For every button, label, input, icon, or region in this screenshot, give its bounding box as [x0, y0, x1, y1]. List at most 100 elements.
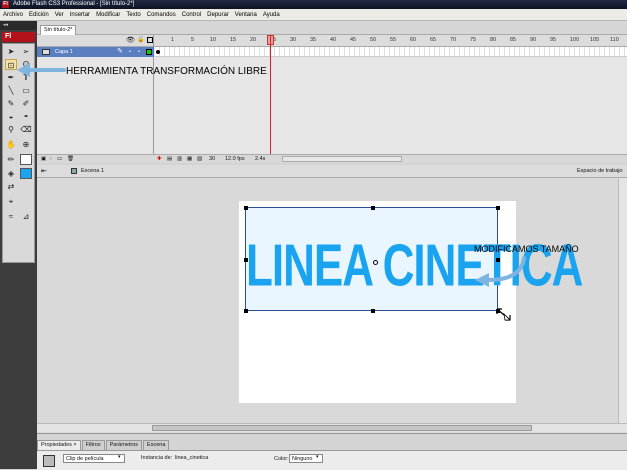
timeline-footer: ▣ ◌ ▭ 🗑 ✚ ▤ ▥ ▦ ▧ 30 12.0 fps 2.4s: [37, 154, 627, 163]
symbol-type-select[interactable]: Clip de película: [63, 454, 125, 463]
transform-handle-bl[interactable]: [244, 309, 248, 313]
brush-tool-icon[interactable]: ✐: [20, 98, 32, 109]
menu-modificar[interactable]: Modificar: [96, 12, 120, 18]
tab-propiedades[interactable]: Propiedades ×: [37, 440, 81, 450]
swap-colors-icon[interactable]: ⇄: [5, 181, 17, 192]
center-frame-icon[interactable]: ✚: [157, 155, 162, 164]
tab-escena[interactable]: Escena: [143, 440, 170, 450]
eraser-tool-icon[interactable]: ⌫: [20, 124, 32, 135]
layer-icon: [42, 49, 50, 55]
ruler-label: 10: [210, 37, 217, 43]
menu-texto[interactable]: Texto: [126, 12, 140, 18]
ruler-label: 55: [390, 37, 397, 43]
ruler-label: 105: [590, 37, 600, 43]
line-tool-icon[interactable]: ╲: [5, 85, 17, 96]
menu-comandos[interactable]: Comandos: [147, 12, 176, 18]
ruler-label: 5: [191, 37, 195, 43]
menu-ventana[interactable]: Ventana: [235, 12, 257, 18]
window-titlebar: Fl Adobe Flash CS3 Professional - [Sin t…: [0, 0, 627, 9]
menu-depurar[interactable]: Depurar: [207, 12, 229, 18]
instance-label: Instancia de:: [141, 455, 173, 461]
layer-row[interactable]: Capa 1 ✎ • •: [37, 47, 154, 57]
ruler-label: 65: [430, 37, 437, 43]
properties-tabs: Propiedades × Filtros Parámetros Escena: [37, 440, 170, 450]
hscroll-thumb[interactable]: [152, 425, 532, 431]
transform-handle-tl[interactable]: [244, 206, 248, 210]
ruler-label: 85: [510, 37, 517, 43]
timeline-hscroll[interactable]: [282, 156, 402, 162]
menu-insertar[interactable]: Insertar: [70, 12, 90, 18]
stage-canvas[interactable]: LINEA CINETICA: [239, 201, 583, 403]
menu-control[interactable]: Control: [182, 12, 201, 18]
stage-text: LINEA CINETICA: [246, 232, 583, 299]
stroke-color-icon[interactable]: ✏: [5, 154, 17, 165]
paint-bucket-tool-icon[interactable]: ◓: [20, 111, 32, 122]
scene-bar: ⇤ Escena 1 Espacio de trabajo: [37, 165, 627, 178]
subselection-tool-icon[interactable]: ➢: [20, 46, 32, 57]
layer-dot-icon[interactable]: •: [129, 47, 131, 57]
frame-rate[interactable]: 12.0 fps: [225, 155, 245, 164]
menu-archivo[interactable]: Archivo: [3, 12, 23, 18]
ruler-label: 30: [290, 37, 297, 43]
transform-handle-left[interactable]: [244, 258, 248, 262]
insert-layer-icon[interactable]: ▣: [41, 155, 46, 164]
fill-color-icon[interactable]: ◈: [5, 168, 17, 179]
chevron-down-icon: ▾: [316, 454, 319, 460]
onion-skin-icon[interactable]: ▤: [167, 155, 172, 164]
fill-color-swatch[interactable]: [20, 168, 32, 179]
ink-bottle-tool-icon[interactable]: ◒: [5, 111, 17, 122]
current-frame: 30: [209, 156, 216, 162]
elapsed-time: 2.4s: [255, 156, 266, 162]
ruler-label: 70: [450, 37, 457, 43]
eyedropper-tool-icon[interactable]: ⚲: [5, 124, 17, 135]
snap-to-objects-icon[interactable]: ⌖: [5, 196, 17, 207]
workspace-label[interactable]: Espacio de trabajo: [577, 165, 623, 178]
selection-tool-icon[interactable]: ➤: [5, 46, 17, 57]
stage-hscroll[interactable]: [37, 423, 627, 432]
menu-edicion[interactable]: Edición: [29, 12, 49, 18]
annotation-resize: MODIFICAMOS TAMAÑO: [474, 244, 579, 254]
ruler-label: 110: [610, 37, 619, 43]
layer-dot-icon[interactable]: •: [138, 47, 140, 57]
smooth-option-icon[interactable]: ≈: [5, 211, 17, 222]
ruler-label: 45: [350, 37, 357, 43]
pencil-tool-icon[interactable]: ✎: [5, 98, 17, 109]
tab-parametros[interactable]: Parámetros: [105, 440, 143, 450]
chevron-down-icon: ▾: [118, 454, 121, 460]
ruler-label: 80: [490, 37, 497, 43]
scene-name[interactable]: Escena 1: [81, 165, 104, 178]
delete-layer-icon[interactable]: 🗑: [67, 155, 74, 164]
edit-multiple-frames-icon[interactable]: ▦: [187, 155, 192, 164]
flash-app-icon: Fl: [2, 1, 9, 8]
insert-folder-icon[interactable]: ▭: [57, 155, 62, 164]
transform-handle-tr[interactable]: [496, 206, 500, 210]
color-label: Color:: [274, 456, 289, 462]
stroke-color-swatch[interactable]: [20, 154, 32, 165]
menu-ayuda[interactable]: Ayuda: [263, 12, 280, 18]
toolbox-collapse[interactable]: ◂◂: [0, 21, 37, 30]
transform-center-point[interactable]: [373, 260, 378, 265]
insert-guide-icon[interactable]: ◌: [49, 155, 52, 164]
movieclip-instance[interactable]: LINEA CINETICA: [244, 206, 583, 313]
menu-ver[interactable]: Ver: [55, 12, 64, 18]
tab-filtros[interactable]: Filtros: [81, 440, 105, 450]
onion-markers-icon[interactable]: ▧: [197, 155, 202, 164]
straighten-option-icon[interactable]: ⊿: [20, 211, 32, 222]
transform-handle-top[interactable]: [371, 206, 375, 210]
timeline-frames[interactable]: [155, 47, 627, 57]
toolbox: ◂◂ Fl ➤ ➢ ⊡ ʘ ✒ T ╲ ▭ ✎ ✐ ◒ ◓ ⚲ ⌫ ✋ ⊕ ✏ …: [0, 21, 37, 469]
onion-outlines-icon[interactable]: ▥: [177, 155, 182, 164]
hand-tool-icon[interactable]: ✋: [5, 139, 17, 150]
layer-color-icon[interactable]: [146, 49, 152, 55]
rectangle-tool-icon[interactable]: ▭: [20, 85, 32, 96]
zoom-tool-icon[interactable]: ⊕: [20, 139, 32, 150]
annotation-arrow-left: [17, 63, 66, 77]
annotation-arrow-right: [475, 256, 526, 287]
keyframe-icon[interactable]: [156, 50, 160, 54]
ruler-label: 75: [470, 37, 477, 43]
back-arrow-icon[interactable]: ⇤: [41, 165, 47, 178]
stage-vscroll[interactable]: [618, 178, 627, 423]
document-tab[interactable]: Sin título-2*: [40, 25, 76, 35]
transform-handle-bottom[interactable]: [371, 309, 375, 313]
window-title: Adobe Flash CS3 Professional - [Sin títu…: [13, 1, 135, 7]
